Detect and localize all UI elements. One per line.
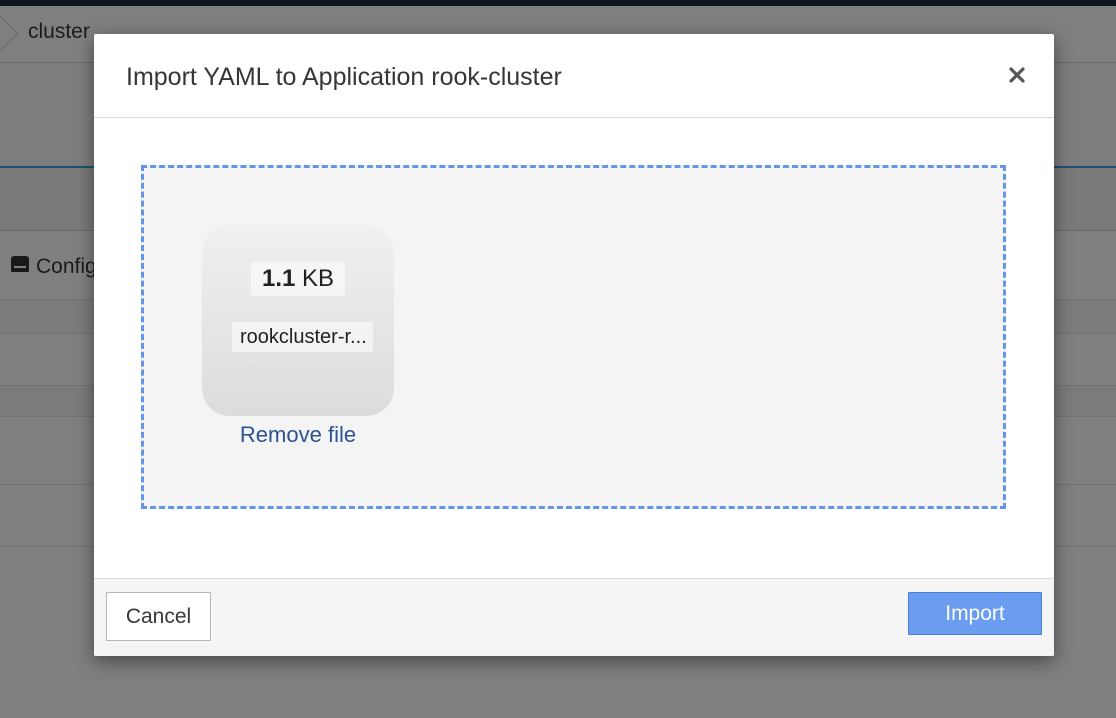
modal-header: Import YAML to Application rook-cluster: [94, 34, 1054, 118]
file-size: 1.1 KB: [251, 262, 345, 296]
file-preview: 1.1 KB rookcluster-r...: [202, 225, 394, 416]
file-size-value: 1.1: [261, 265, 296, 292]
modal-footer: Cancel Import: [94, 578, 1054, 656]
file-size-unit: KB: [302, 265, 335, 292]
file-dropzone[interactable]: 1.1 KB rookcluster-r... Remove file: [141, 165, 1006, 509]
close-button[interactable]: [1006, 64, 1028, 86]
modal-title: Import YAML to Application rook-cluster: [126, 63, 562, 91]
remove-file-link[interactable]: Remove file: [202, 422, 394, 448]
file-name: rookcluster-r...: [232, 322, 373, 352]
close-icon: [1009, 67, 1025, 83]
import-yaml-modal: Import YAML to Application rook-cluster …: [94, 34, 1054, 656]
cancel-button[interactable]: Cancel: [106, 592, 211, 641]
import-button[interactable]: Import: [908, 592, 1042, 635]
